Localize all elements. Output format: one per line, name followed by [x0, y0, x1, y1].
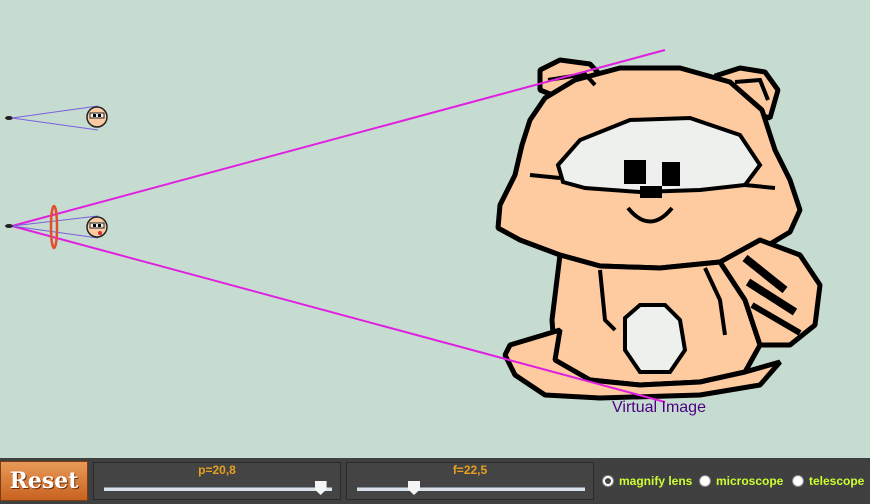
reference-setup [5, 105, 108, 131]
f-slider-thumb[interactable] [408, 481, 420, 495]
f-slider-track[interactable] [357, 487, 585, 491]
virtual-image-tanuki [498, 60, 820, 398]
p-slider-label: p=20,8 [198, 463, 236, 477]
optics-scene [5, 49, 870, 403]
p-slider-track[interactable] [104, 487, 332, 491]
eye-icon [5, 116, 13, 120]
object-tanuki[interactable] [86, 216, 108, 238]
ray-upper-near [11, 215, 99, 227]
radio-magnify-lens[interactable] [602, 475, 614, 487]
radio-label-magnify-lens[interactable]: magnify lens [619, 474, 692, 488]
radio-label-microscope[interactable]: microscope [716, 474, 783, 488]
magnifier-lens[interactable] [49, 204, 59, 250]
small-tanuki-reference [86, 106, 108, 128]
virtual-image-label: Virtual Image [612, 399, 706, 416]
f-slider-label: f=22,5 [452, 463, 488, 477]
p-slider-thumb[interactable] [314, 481, 327, 495]
p-slider-box: p=20,8 [93, 462, 341, 500]
f-slider-box: f=22,5 [346, 462, 594, 500]
radio-label-telescope[interactable]: telescope [809, 474, 864, 488]
reset-button[interactable]: Reset [0, 461, 88, 501]
ray-lower-near [11, 225, 99, 239]
radio-telescope[interactable] [792, 475, 804, 487]
eye-icon-lens-setup [5, 224, 13, 228]
radio-microscope[interactable] [699, 475, 711, 487]
